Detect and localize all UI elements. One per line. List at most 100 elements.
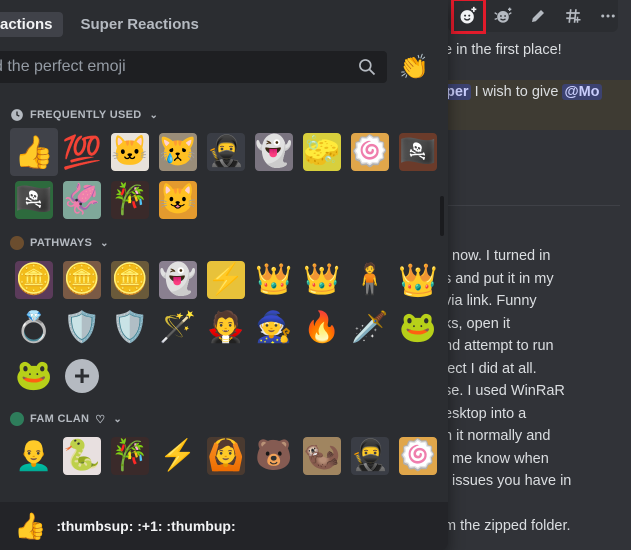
custom-orochimaru-icon: 🐍 bbox=[63, 437, 101, 475]
chat-message-line: ject I did at all. bbox=[444, 360, 537, 377]
emoji-search-input[interactable] bbox=[0, 58, 324, 76]
custom-nezuko-2-icon: 🎋 bbox=[111, 437, 149, 475]
emoji-list[interactable]: FREQUENTLY USED ⌄ 👍 💯 🐱 😿 🥷 👻 🧽 🍥 🏴‍☠️ 🏴‍☠️ 🦑 🎋 😺 PA… bbox=[0, 96, 448, 496]
chat-message-line: esktop into a bbox=[444, 405, 527, 422]
section-title: PATHWAYS bbox=[30, 237, 93, 249]
add-reaction-button[interactable] bbox=[451, 0, 486, 34]
more-icon bbox=[600, 14, 615, 18]
emoji-custom-ghost-horror[interactable]: 👻 bbox=[154, 256, 202, 304]
preview-emoji-names: :thumbsup: :+1: :thumbup: bbox=[56, 518, 236, 534]
section-header[interactable]: FAM CLAN ♡ ⌄ bbox=[10, 400, 448, 432]
emoji-thumbsup[interactable]: 👍 bbox=[10, 128, 58, 176]
emoji-picker: actions Super Reactions 👏 FREQUENTLY USE… bbox=[0, 0, 448, 550]
add-reaction-icon bbox=[460, 6, 477, 24]
custom-naruto-icon: 🍥 bbox=[351, 133, 389, 171]
mention[interactable]: @Mo bbox=[562, 84, 602, 100]
emoji-custom-stretch-man[interactable]: 🧍 bbox=[346, 256, 394, 304]
custom-pikachu-2-icon: ⚡ bbox=[159, 439, 197, 472]
emoji-custom-naruto[interactable]: 🍥 bbox=[346, 128, 394, 176]
custom-figure-red-icon: 🧛 bbox=[207, 311, 245, 344]
emoji-custom-squidward[interactable]: 🦑 bbox=[58, 176, 106, 224]
emoji-custom-luffy-thumbs[interactable]: 🏴‍☠️ bbox=[394, 128, 442, 176]
emoji-custom-coin-purple[interactable]: 🪙 bbox=[10, 256, 58, 304]
emoji-custom-cat-crying[interactable]: 😿 bbox=[154, 128, 202, 176]
pencil-icon bbox=[531, 10, 544, 22]
emoji-custom-hylian-shield[interactable]: 🛡️ bbox=[58, 304, 106, 352]
custom-anime-horror-icon: 👻 bbox=[255, 133, 293, 171]
heart-icon: ♡ bbox=[95, 413, 106, 426]
search-row: 👏 bbox=[0, 51, 448, 83]
tab-super-reactions[interactable]: Super Reactions bbox=[71, 12, 209, 37]
create-thread-button[interactable] bbox=[562, 5, 583, 27]
server-icon bbox=[10, 412, 24, 426]
crown-icon: 👑 bbox=[399, 262, 437, 298]
edit-button[interactable] bbox=[528, 5, 549, 27]
emoji-custom-nezuko-2[interactable]: 🎋 bbox=[106, 432, 154, 480]
emoji-custom-bald-hero[interactable]: 👨‍🦲 bbox=[10, 432, 58, 480]
custom-one-ring-icon: 💍 bbox=[15, 311, 53, 344]
custom-naruto-2-icon: 🍥 bbox=[399, 437, 437, 475]
emoji-custom-coin-gold[interactable]: 🪙 bbox=[106, 256, 154, 304]
message-toolbar bbox=[448, 0, 618, 34]
emoji-custom-gold-shield[interactable]: 🛡️ bbox=[106, 304, 154, 352]
emoji-custom-anime-horror[interactable]: 👻 bbox=[250, 128, 298, 176]
emoji-custom-man-hands[interactable]: 🙆 bbox=[202, 432, 250, 480]
emoji-custom-luffy[interactable]: 🏴‍☠️ bbox=[10, 176, 58, 224]
custom-pepe-frog-icon: 🐸 bbox=[399, 311, 437, 344]
emoji-custom-staff-dark[interactable]: 🪄 bbox=[154, 304, 202, 352]
chat-message-line: m the zipped folder. bbox=[444, 518, 571, 534]
section-header[interactable]: PATHWAYS ⌄ bbox=[10, 224, 448, 256]
section-header[interactable]: FREQUENTLY USED ⌄ bbox=[10, 96, 448, 128]
chevron-down-icon: ⌄ bbox=[113, 413, 123, 425]
emoji-custom-crown-gold[interactable]: 👑 bbox=[250, 256, 298, 304]
custom-staff-fire-icon: 🔥 bbox=[303, 311, 341, 344]
section-pathways: PATHWAYS ⌄ 🪙 🪙 🪙 👻 ⚡ 👑 👑 🧍 👑 💍 🛡️ 🛡️ 🪄 🧛 🧙 🔥 🗡️ 🐸 🐸 + bbox=[0, 224, 448, 400]
section-title: FREQUENTLY USED bbox=[30, 109, 142, 121]
emoji-custom-bear-bear[interactable]: 🐻 bbox=[250, 432, 298, 480]
emoji-custom-pepe-sad[interactable]: 🐸 bbox=[10, 352, 58, 400]
section-fam-clan: FAM CLAN ♡ ⌄ 👨‍🦲 🐍 🎋 ⚡ 🙆 🐻 🦦 🥷 🍥 bbox=[0, 400, 448, 480]
custom-wand-icon: 🗡️ bbox=[351, 311, 389, 344]
tab-reactions[interactable]: actions bbox=[0, 12, 63, 37]
add-super-reaction-button[interactable] bbox=[493, 5, 514, 27]
custom-cat-sad-icon: 🐱 bbox=[111, 133, 149, 171]
emoji-custom-anime-itachi[interactable]: 🥷 bbox=[202, 128, 250, 176]
emoji-custom-wand[interactable]: 🗡️ bbox=[346, 304, 394, 352]
custom-coin-bronze-icon: 🪙 bbox=[63, 261, 101, 299]
custom-luffy-thumbs-icon: 🏴‍☠️ bbox=[399, 133, 437, 171]
emoji-custom-orochimaru[interactable]: 🐍 bbox=[58, 432, 106, 480]
emoji-custom-pepe-frog[interactable]: 🐸 bbox=[394, 304, 442, 352]
emoji-custom-cat-yes[interactable]: 😺 bbox=[154, 176, 202, 224]
emoji-100[interactable]: 💯 bbox=[58, 128, 106, 176]
custom-squidward-icon: 🦑 bbox=[63, 181, 101, 219]
skin-tone-selector[interactable]: 👏 bbox=[399, 53, 429, 82]
add-emoji-button[interactable]: + bbox=[58, 352, 106, 400]
emoji-custom-nezuko[interactable]: 🎋 bbox=[106, 176, 154, 224]
emoji-custom-wizard[interactable]: 🧙 bbox=[250, 304, 298, 352]
custom-coin-gold-icon: 🪙 bbox=[111, 261, 149, 299]
custom-hylian-shield-icon: 🛡️ bbox=[63, 311, 101, 344]
chat-message-line: t now. I turned in bbox=[444, 248, 551, 264]
chat-message-line: e in the first place! bbox=[444, 42, 562, 58]
emoji-custom-naruto-2[interactable]: 🍥 bbox=[394, 432, 442, 480]
emoji-custom-otter[interactable]: 🦦 bbox=[298, 432, 346, 480]
emoji-custom-one-ring[interactable]: 💍 bbox=[10, 304, 58, 352]
emoji-custom-pikachu-2[interactable]: ⚡ bbox=[154, 432, 202, 480]
chat-message-line: t issues you have in bbox=[444, 473, 572, 489]
emoji-custom-pikachu-shocked[interactable]: ⚡ bbox=[202, 256, 250, 304]
emoji-custom-coin-bronze[interactable]: 🪙 bbox=[58, 256, 106, 304]
thread-icon bbox=[566, 9, 581, 23]
emoji-custom-itachi-2[interactable]: 🥷 bbox=[346, 432, 394, 480]
emoji-crown[interactable]: 👑 bbox=[394, 256, 442, 304]
emoji-custom-spongebob[interactable]: 🧽 bbox=[298, 128, 346, 176]
emoji-custom-staff-fire[interactable]: 🔥 bbox=[298, 304, 346, 352]
more-button[interactable] bbox=[597, 5, 618, 27]
emoji-custom-cat-sad[interactable]: 🐱 bbox=[106, 128, 154, 176]
custom-bald-hero-icon: 👨‍🦲 bbox=[15, 439, 53, 472]
super-reaction-icon bbox=[494, 7, 512, 23]
emoji-custom-figure-red[interactable]: 🧛 bbox=[202, 304, 250, 352]
custom-anime-itachi-icon: 🥷 bbox=[207, 133, 245, 171]
emoji-custom-crown-red[interactable]: 👑 bbox=[298, 256, 346, 304]
scrollbar[interactable] bbox=[440, 196, 444, 236]
custom-gold-shield-icon: 🛡️ bbox=[111, 311, 149, 344]
